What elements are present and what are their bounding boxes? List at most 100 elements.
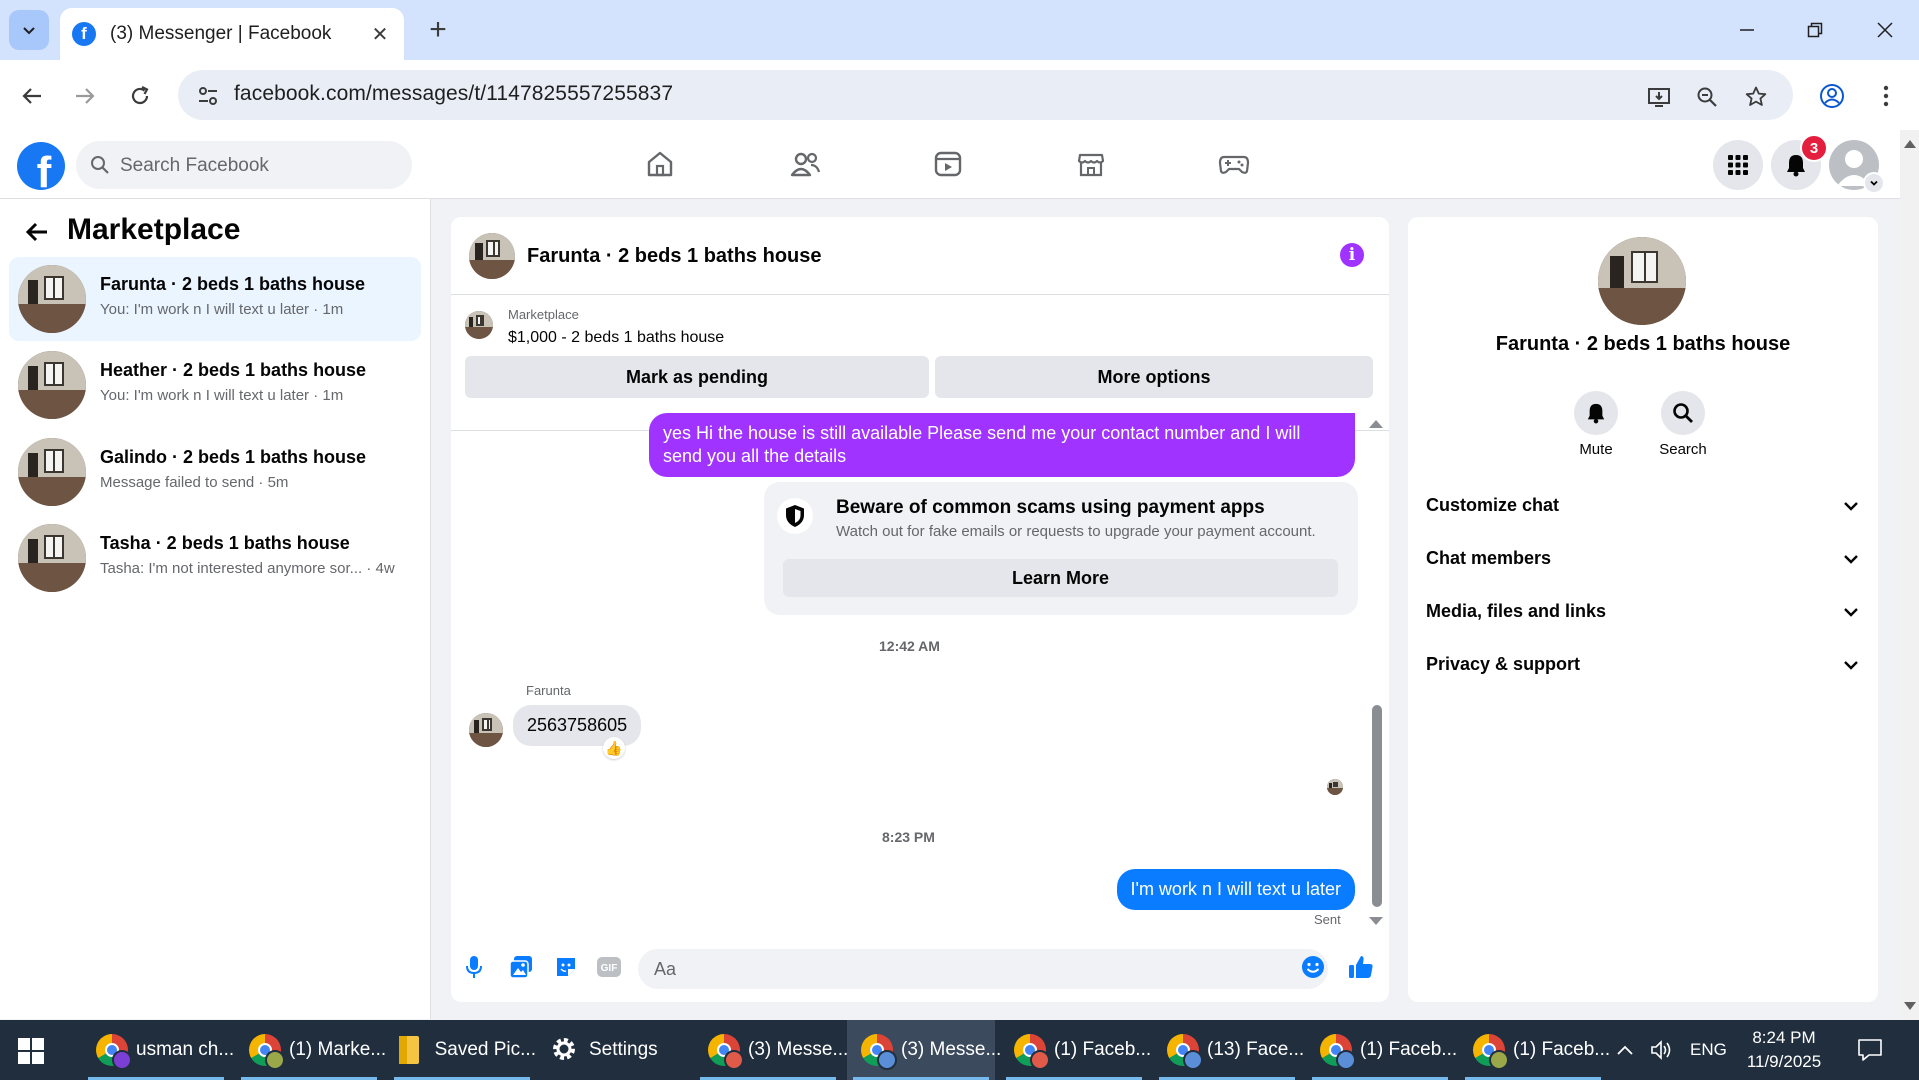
chat-members-section[interactable]: Chat members <box>1426 540 1860 580</box>
info-icon[interactable]: i <box>1340 243 1364 267</box>
arrow-right-icon <box>76 88 95 104</box>
browser-menu-button[interactable] <box>1866 76 1906 116</box>
language-indicator[interactable]: ENG <box>1690 1020 1727 1080</box>
account-chevron-icon[interactable] <box>1863 172 1885 194</box>
forward-button[interactable] <box>65 76 105 116</box>
taskbar-item-chrome-2[interactable]: (1) Marke... <box>235 1020 386 1080</box>
conversation-item-galindo[interactable]: Galindo · 2 beds 1 baths house Message f… <box>9 430 421 514</box>
chat-scrollbar-thumb[interactable] <box>1372 705 1382 907</box>
gaming-icon <box>1218 155 1250 174</box>
profile-button[interactable] <box>1812 76 1852 116</box>
privacy-support-section[interactable]: Privacy & support <box>1426 646 1860 686</box>
conversation-name: Galindo · 2 beds 1 baths house <box>100 447 367 467</box>
new-tab-button[interactable]: + <box>422 13 454 46</box>
sender-avatar[interactable] <box>469 713 503 747</box>
show-hidden-icons-button[interactable] <box>1616 1020 1634 1080</box>
chat-avatar[interactable] <box>469 233 515 279</box>
conversation-preview: You: I'm work n I will text u later · 1m <box>100 301 344 318</box>
mark-as-pending-button[interactable]: Mark as pending <box>465 356 929 398</box>
taskbar-item-chrome-3[interactable]: (3) Messe... <box>694 1020 848 1080</box>
restore-button[interactable] <box>1790 10 1840 50</box>
tab-search-button[interactable] <box>9 10 49 50</box>
section-label: Chat members <box>1426 548 1552 568</box>
taskbar-item-chrome-4-active[interactable]: (3) Messe... <box>847 1020 1001 1080</box>
microphone-icon[interactable] <box>459 952 489 982</box>
shield-icon <box>777 498 813 534</box>
page-scrollbar[interactable] <box>1900 130 1919 1020</box>
taskbar-item-chrome-1[interactable]: usman ch... <box>82 1020 234 1080</box>
nav-home[interactable] <box>605 136 715 192</box>
taskbar-item-settings[interactable]: Settings <box>541 1020 689 1080</box>
arrow-left-icon <box>25 222 47 242</box>
media-files-links-section[interactable]: Media, files and links <box>1426 593 1860 633</box>
thumbs-up-send-icon[interactable] <box>1346 952 1376 982</box>
listing-thumbnail[interactable] <box>465 311 493 339</box>
notification-center-button[interactable] <box>1857 1020 1883 1080</box>
conversation-item-heather[interactable]: Heather · 2 beds 1 baths house You: I'm … <box>9 343 421 427</box>
bookmark-star-icon[interactable] <box>1741 82 1771 112</box>
details-avatar[interactable] <box>1598 237 1686 325</box>
emoji-icon[interactable] <box>1298 952 1328 982</box>
taskbar-label: (1) Faceb... <box>1054 1039 1152 1060</box>
back-button[interactable] <box>12 76 52 116</box>
zoom-icon[interactable] <box>1692 82 1722 112</box>
back-arrow-button[interactable] <box>22 217 52 247</box>
mute-button[interactable]: Mute <box>1556 391 1636 458</box>
volume-button[interactable] <box>1650 1020 1674 1080</box>
taskbar-item-explorer[interactable]: Saved Pic... <box>388 1020 536 1080</box>
speaker-icon <box>1651 1040 1671 1060</box>
install-app-icon[interactable] <box>1644 82 1674 112</box>
nav-marketplace[interactable] <box>1036 136 1146 192</box>
chat-title[interactable]: Farunta · 2 beds 1 baths house <box>527 245 822 268</box>
conversation-item-tasha[interactable]: Tasha · 2 beds 1 baths house Tasha: I'm … <box>9 516 421 600</box>
photo-icon[interactable] <box>506 952 536 982</box>
outgoing-message[interactable]: I'm work n I will text u later <box>1116 869 1355 910</box>
thumbs-up-reaction-icon[interactable]: 👍 <box>603 737 625 759</box>
taskbar-label: (1) Faceb... <box>1360 1039 1458 1060</box>
learn-more-button[interactable]: Learn More <box>783 559 1338 597</box>
nav-friends[interactable] <box>750 136 860 192</box>
tab-close-icon[interactable]: ✕ <box>366 20 394 48</box>
taskbar-item-chrome-8[interactable]: (1) Faceb... <box>1459 1020 1610 1080</box>
taskbar-item-chrome-5[interactable]: (1) Faceb... <box>1000 1020 1152 1080</box>
browser-tab-messenger[interactable]: f (3) Messenger | Facebook ✕ <box>60 8 404 60</box>
facebook-logo-icon[interactable]: f <box>17 142 65 190</box>
close-window-button[interactable] <box>1860 10 1910 50</box>
gif-icon[interactable]: GIF <box>594 952 624 982</box>
sticker-icon[interactable] <box>551 952 581 982</box>
sender-name: Farunta <box>526 683 571 698</box>
taskbar-item-chrome-7[interactable]: (1) Faceb... <box>1306 1020 1458 1080</box>
customize-chat-section[interactable]: Customize chat <box>1426 487 1860 527</box>
section-label: Customize chat <box>1426 495 1560 515</box>
listing-thumbnail <box>18 438 86 506</box>
conversation-name: Farunta · 2 beds 1 baths house <box>100 274 366 294</box>
more-options-button[interactable]: More options <box>935 356 1373 398</box>
windows-start-icon[interactable] <box>18 1038 44 1064</box>
listing-thumbnail <box>18 524 86 592</box>
friends-icon <box>790 152 821 177</box>
listing-title[interactable]: $1,000 - 2 beds 1 baths house <box>508 329 724 347</box>
message-input[interactable] <box>638 949 1328 989</box>
reload-icon <box>131 86 149 105</box>
clock-date: 11/9/2025 <box>1746 1052 1822 1071</box>
search-in-chat-button[interactable]: Search <box>1643 391 1723 458</box>
reload-button[interactable] <box>120 76 160 116</box>
taskbar-item-chrome-6[interactable]: (13) Face... <box>1153 1020 1305 1080</box>
conversation-name: Tasha · 2 beds 1 baths house <box>100 533 350 553</box>
outgoing-message[interactable]: yes Hi the house is still available Plea… <box>649 413 1355 477</box>
menu-grid-button[interactable] <box>1713 140 1763 190</box>
address-bar[interactable]: facebook.com/messages/t/1147825557255837 <box>178 70 1793 120</box>
url-text[interactable]: facebook.com/messages/t/1147825557255837 <box>234 82 673 106</box>
conversation-item-farunta[interactable]: Farunta · 2 beds 1 baths house You: I'm … <box>9 257 421 341</box>
site-info-icon[interactable] <box>192 80 224 112</box>
facebook-search-box[interactable] <box>76 141 412 191</box>
nav-video[interactable] <box>893 136 1003 192</box>
taskbar-label: (13) Face... <box>1207 1039 1305 1060</box>
facebook-search-input[interactable] <box>118 141 402 191</box>
system-clock[interactable]: 8:24 PM 11/9/2025 <box>1736 1026 1832 1074</box>
chat-scroll-up-arrow[interactable] <box>1369 420 1383 428</box>
conversation-preview: Tasha: I'm not interested anymore sor...… <box>100 560 395 577</box>
chat-scroll-down-arrow[interactable] <box>1369 917 1383 925</box>
nav-gaming[interactable] <box>1179 136 1289 192</box>
minimize-button[interactable] <box>1722 10 1772 50</box>
